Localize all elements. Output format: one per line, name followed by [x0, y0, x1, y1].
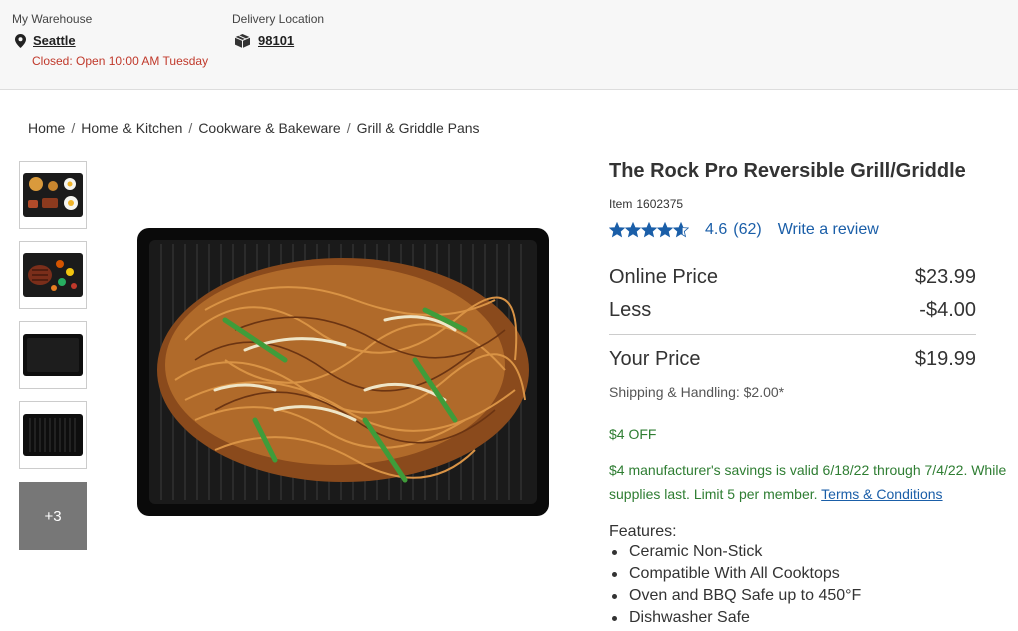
discount-badge: $4 OFF	[609, 426, 657, 442]
breadcrumb-home-kitchen[interactable]: Home & Kitchen	[81, 120, 182, 136]
shipping-info: Shipping & Handling: $2.00*	[609, 384, 785, 400]
less-value: -$4.00	[919, 299, 976, 321]
breadcrumb-cookware[interactable]: Cookware & Bakeware	[198, 120, 340, 136]
delivery-label: Delivery Location	[232, 12, 325, 26]
feature-item: Dishwasher Safe	[609, 607, 861, 629]
your-price-label: Your Price	[609, 348, 701, 370]
write-review-link[interactable]: Write a review	[778, 221, 879, 239]
steak-grill-image	[23, 253, 83, 297]
breadcrumb-home[interactable]: Home	[28, 120, 65, 136]
rating-stars[interactable]	[609, 222, 689, 238]
warehouse-label: My Warehouse	[12, 12, 93, 26]
package-icon	[235, 34, 250, 48]
rating-row: 4.6 (62) Write a review	[609, 221, 879, 239]
breakfast-griddle-image	[23, 173, 83, 217]
star-icon	[609, 222, 625, 238]
feature-item: Ceramic Non-Stick	[609, 541, 861, 563]
warehouse-status: Closed: Open 10:00 AM Tuesday	[32, 54, 209, 68]
breadcrumb: Home / Home & Kitchen / Cookware & Bakeware /…	[28, 120, 480, 136]
noodles-griddle-image	[137, 228, 549, 516]
online-price-value: $23.99	[914, 266, 976, 288]
more-images-button[interactable]: +3	[19, 482, 87, 550]
your-price-row: Your Price $19.99	[609, 348, 976, 371]
star-icon	[641, 222, 657, 238]
star-icon	[657, 222, 673, 238]
review-count[interactable]: (62)	[733, 221, 761, 239]
map-pin-icon	[15, 34, 26, 48]
product-title: The Rock Pro Reversible Grill/Griddle	[609, 160, 966, 182]
your-price-value: $19.99	[914, 348, 976, 370]
less-row: Less -$4.00	[609, 299, 976, 322]
breadcrumb-grill-pans[interactable]: Grill & Griddle Pans	[357, 120, 480, 136]
features-list: Ceramic Non-Stick Compatible With All Co…	[609, 541, 861, 629]
terms-conditions-link[interactable]: Terms & Conditions	[821, 486, 942, 502]
header-bar: My Warehouse Seattle Closed: Open 10:00 …	[0, 0, 1018, 90]
thumbnail-1[interactable]	[19, 161, 87, 229]
thumbnail-2[interactable]	[19, 241, 87, 309]
main-product-image[interactable]	[125, 160, 565, 600]
promo-text: $4 manufacturer's savings is valid 6/18/…	[609, 462, 1007, 502]
rating-value[interactable]: 4.6	[705, 221, 727, 239]
features-title: Features:	[609, 523, 677, 540]
thumbnail-3[interactable]	[19, 321, 87, 389]
warehouse-link[interactable]: Seattle	[33, 33, 76, 48]
feature-item: Compatible With All Cooktops	[609, 563, 861, 585]
star-icon	[625, 222, 641, 238]
online-price-label: Online Price	[609, 266, 718, 288]
flat-pan-image	[23, 334, 83, 376]
ribbed-pan-image	[23, 414, 83, 456]
less-label: Less	[609, 299, 652, 321]
star-icon	[673, 222, 689, 238]
delivery-zip-link[interactable]: 98101	[258, 33, 294, 48]
thumbnail-4[interactable]	[19, 401, 87, 469]
price-divider	[609, 334, 976, 335]
feature-item: Oven and BBQ Safe up to 450°F	[609, 585, 861, 607]
online-price-row: Online Price $23.99	[609, 266, 976, 289]
item-number: Item 1602375	[609, 197, 684, 211]
